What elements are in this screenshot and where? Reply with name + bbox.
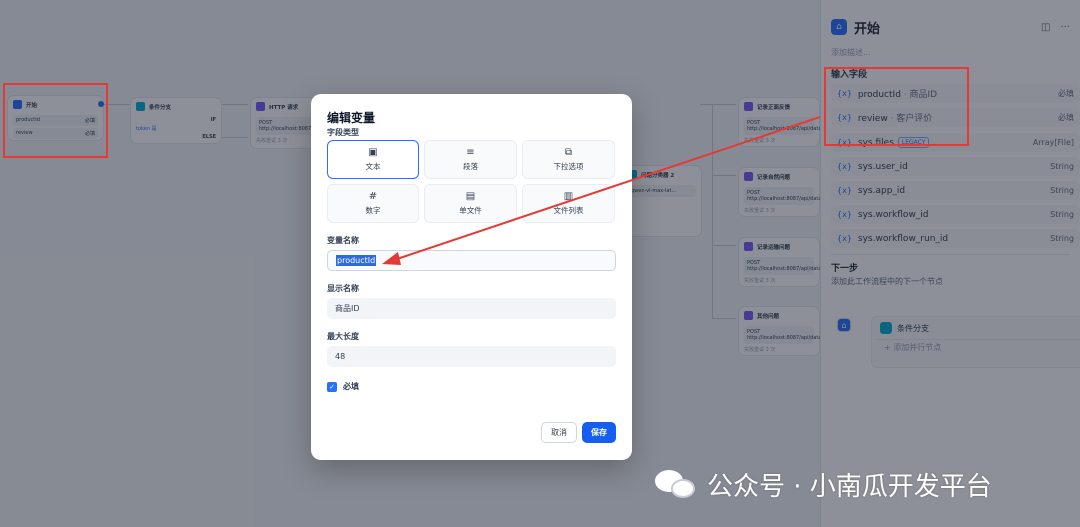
annotation-box [3, 83, 108, 158]
type-option-select[interactable]: ⧉ 下拉选项 [522, 140, 615, 179]
var-name-label: 变量名称 [327, 236, 359, 245]
required-checkbox[interactable]: ✓ [327, 381, 337, 392]
file-list-icon: ▥ [563, 190, 574, 202]
type-option-number[interactable]: # 数字 [327, 184, 419, 223]
annotation-box [824, 67, 969, 146]
max-length-input[interactable]: 48 [327, 346, 616, 367]
number-icon: # [368, 190, 378, 202]
field-type-label: 字段类型 [327, 128, 359, 137]
cancel-button[interactable]: 取消 [541, 422, 577, 443]
display-name-label: 显示名称 [327, 284, 359, 293]
type-option-paragraph[interactable]: ≡ 段落 [424, 140, 517, 179]
display-name-input[interactable]: 商品ID [327, 298, 616, 319]
max-length-label: 最大长度 [327, 332, 359, 341]
field-type-grid: ▣ 文本 ≡ 段落 ⧉ 下拉选项 # 数字 ▤ 单文件 ▥ 文件列表 [327, 140, 616, 223]
text-icon: ▣ [368, 146, 378, 158]
watermark: 公众号 · 小南瓜开发平台 [655, 466, 992, 503]
paragraph-icon: ≡ [466, 146, 475, 158]
type-option-file[interactable]: ▤ 单文件 [424, 184, 517, 223]
type-option-text[interactable]: ▣ 文本 [327, 140, 419, 179]
wechat-logo-icon [655, 469, 699, 500]
modal-title: 编辑变量 [327, 111, 376, 125]
type-option-file-list[interactable]: ▥ 文件列表 [522, 184, 615, 223]
save-button[interactable]: 保存 [582, 422, 616, 443]
var-name-input[interactable]: productId [327, 250, 616, 271]
file-icon: ▤ [465, 190, 476, 202]
required-label: 必填 [343, 382, 359, 391]
select-icon: ⧉ [564, 146, 573, 158]
edit-variable-modal: 编辑变量 字段类型 ▣ 文本 ≡ 段落 ⧉ 下拉选项 # 数字 ▤ 单文件 ▥ … [311, 94, 632, 460]
